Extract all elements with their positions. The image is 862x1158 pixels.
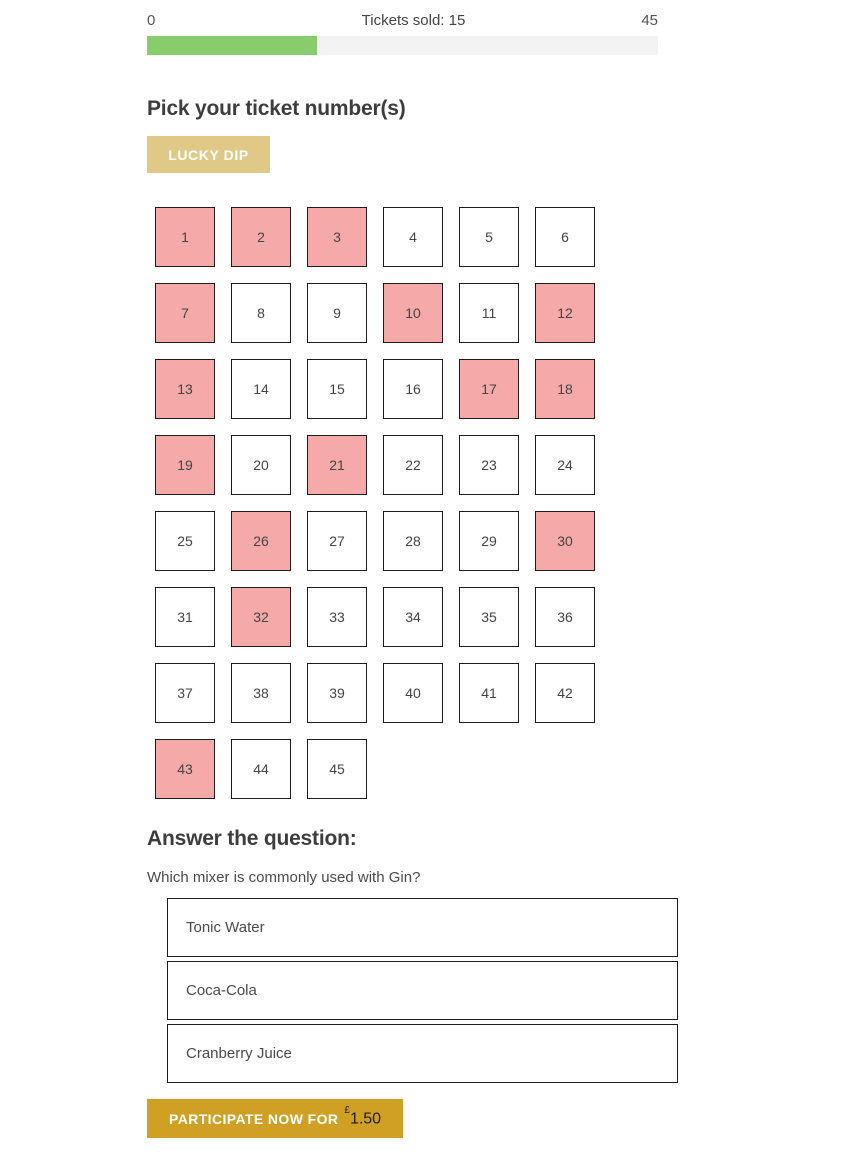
ticket-9[interactable]: 9 xyxy=(307,283,367,343)
ticket-26[interactable]: 26 xyxy=(231,511,291,571)
ticket-4[interactable]: 4 xyxy=(383,207,443,267)
ticket-23[interactable]: 23 xyxy=(459,435,519,495)
ticket-6[interactable]: 6 xyxy=(535,207,595,267)
progress-track xyxy=(147,36,658,55)
answer-option[interactable]: Cranberry Juice xyxy=(167,1024,678,1083)
progress-max-label: 45 xyxy=(641,12,658,29)
ticket-18[interactable]: 18 xyxy=(535,359,595,419)
question-text: Which mixer is commonly used with Gin? xyxy=(147,869,421,886)
ticket-8[interactable]: 8 xyxy=(231,283,291,343)
ticket-35[interactable]: 35 xyxy=(459,587,519,647)
ticket-42[interactable]: 42 xyxy=(535,663,595,723)
ticket-5[interactable]: 5 xyxy=(459,207,519,267)
ticket-1[interactable]: 1 xyxy=(155,207,215,267)
ticket-11[interactable]: 11 xyxy=(459,283,519,343)
ticket-15[interactable]: 15 xyxy=(307,359,367,419)
answer-options-list: Tonic Water Coca-Cola Cranberry Juice xyxy=(167,898,678,1087)
ticket-28[interactable]: 28 xyxy=(383,511,443,571)
ticket-27[interactable]: 27 xyxy=(307,511,367,571)
participate-label: PARTICIPATE NOW FOR xyxy=(169,1110,339,1127)
ticket-number-grid: 1 2 3 4 5 6 7 8 9 10 11 12 13 14 15 16 17 18 19 20 21 22 23 24 2… xyxy=(155,207,611,799)
answer-option[interactable]: Tonic Water xyxy=(167,898,678,957)
ticket-13[interactable]: 13 xyxy=(155,359,215,419)
tickets-sold-label: Tickets sold: 15 xyxy=(361,12,466,29)
participate-now-button[interactable]: PARTICIPATE NOW FOR £1.50 xyxy=(147,1099,404,1138)
ticket-37[interactable]: 37 xyxy=(155,663,215,723)
price-amount: 1.50 xyxy=(349,1110,382,1128)
pick-tickets-title: Pick your ticket number(s) xyxy=(147,97,406,120)
ticket-7[interactable]: 7 xyxy=(155,283,215,343)
ticket-22[interactable]: 22 xyxy=(383,435,443,495)
ticket-38[interactable]: 38 xyxy=(231,663,291,723)
ticket-32[interactable]: 32 xyxy=(231,587,291,647)
ticket-36[interactable]: 36 xyxy=(535,587,595,647)
ticket-41[interactable]: 41 xyxy=(459,663,519,723)
ticket-16[interactable]: 16 xyxy=(383,359,443,419)
ticket-31[interactable]: 31 xyxy=(155,587,215,647)
answer-question-title: Answer the question: xyxy=(147,827,357,850)
ticket-33[interactable]: 33 xyxy=(307,587,367,647)
ticket-43[interactable]: 43 xyxy=(155,739,215,799)
answer-option[interactable]: Coca-Cola xyxy=(167,961,678,1020)
participate-price: £1.50 xyxy=(344,1105,382,1128)
lucky-dip-button[interactable]: LUCKY DIP xyxy=(147,136,270,173)
ticket-19[interactable]: 19 xyxy=(155,435,215,495)
ticket-12[interactable]: 12 xyxy=(535,283,595,343)
ticket-3[interactable]: 3 xyxy=(307,207,367,267)
ticket-purchase-page: 0 Tickets sold: 15 45 Pick your ticket n… xyxy=(0,0,862,1158)
ticket-44[interactable]: 44 xyxy=(231,739,291,799)
ticket-20[interactable]: 20 xyxy=(231,435,291,495)
ticket-24[interactable]: 24 xyxy=(535,435,595,495)
tickets-sold-progress: 0 Tickets sold: 15 45 xyxy=(147,10,658,55)
ticket-39[interactable]: 39 xyxy=(307,663,367,723)
progress-fill xyxy=(147,36,318,55)
ticket-45[interactable]: 45 xyxy=(307,739,367,799)
ticket-30[interactable]: 30 xyxy=(535,511,595,571)
ticket-2[interactable]: 2 xyxy=(231,207,291,267)
ticket-34[interactable]: 34 xyxy=(383,587,443,647)
ticket-40[interactable]: 40 xyxy=(383,663,443,723)
ticket-29[interactable]: 29 xyxy=(459,511,519,571)
ticket-25[interactable]: 25 xyxy=(155,511,215,571)
progress-labels: 0 Tickets sold: 15 45 xyxy=(147,10,658,32)
ticket-14[interactable]: 14 xyxy=(231,359,291,419)
ticket-17[interactable]: 17 xyxy=(459,359,519,419)
currency-symbol: £ xyxy=(344,1104,350,1116)
ticket-21[interactable]: 21 xyxy=(307,435,367,495)
ticket-10[interactable]: 10 xyxy=(383,283,443,343)
